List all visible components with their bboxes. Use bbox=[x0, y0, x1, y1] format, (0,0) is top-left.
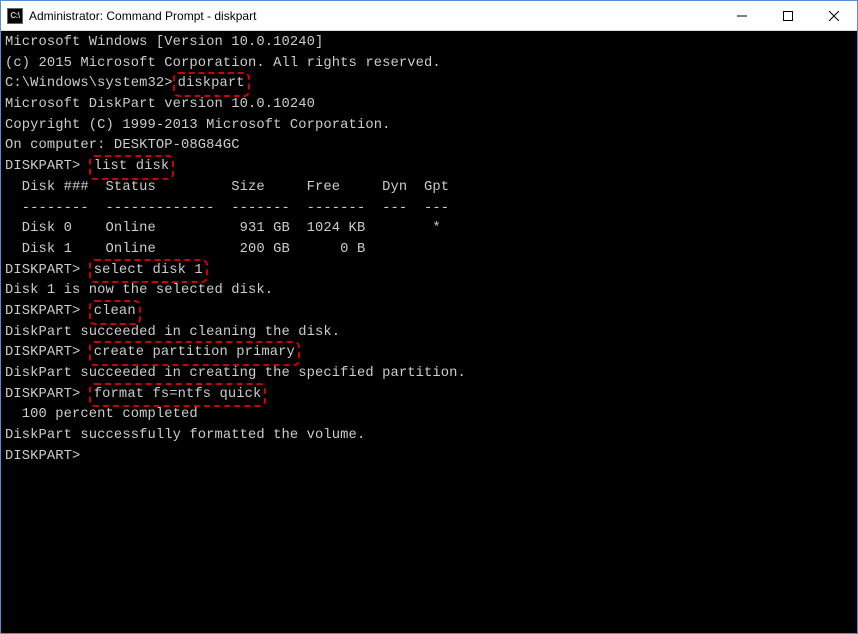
diskpart-prompt: DISKPART> bbox=[5, 263, 89, 278]
highlighted-command: create partition primary bbox=[89, 341, 300, 366]
output-line: Copyright (C) 1999-2013 Microsoft Corpor… bbox=[5, 116, 853, 137]
window-controls bbox=[719, 1, 857, 30]
prompt-line: DISKPART> list disk bbox=[5, 157, 853, 178]
output-line: DiskPart successfully formatted the volu… bbox=[5, 426, 853, 447]
diskpart-prompt: DISKPART> bbox=[5, 304, 89, 319]
output-line: Disk 1 is now the selected disk. bbox=[5, 281, 853, 302]
table-divider: -------- ------------- ------- ------- -… bbox=[5, 199, 853, 220]
cmd-icon: C:\ bbox=[7, 8, 23, 24]
prompt-line: DISKPART> create partition primary bbox=[5, 343, 853, 364]
diskpart-prompt: DISKPART> bbox=[5, 159, 89, 174]
output-line: DiskPart succeeded in creating the speci… bbox=[5, 364, 853, 385]
table-row: Disk 1 Online 200 GB 0 B bbox=[5, 240, 853, 261]
maximize-icon bbox=[783, 11, 793, 21]
terminal-output[interactable]: Microsoft Windows [Version 10.0.10240](c… bbox=[1, 31, 857, 633]
output-line: On computer: DESKTOP-08G84GC bbox=[5, 136, 853, 157]
highlighted-command: select disk 1 bbox=[89, 259, 208, 284]
highlighted-command: format fs=ntfs quick bbox=[89, 383, 267, 408]
diskpart-prompt: DISKPART> bbox=[5, 387, 89, 402]
output-line: Microsoft DiskPart version 10.0.10240 bbox=[5, 95, 853, 116]
output-line: (c) 2015 Microsoft Corporation. All righ… bbox=[5, 54, 853, 75]
output-line: 100 percent completed bbox=[5, 405, 853, 426]
output-line: Microsoft Windows [Version 10.0.10240] bbox=[5, 33, 853, 54]
command-prompt-window: C:\ Administrator: Command Prompt - disk… bbox=[0, 0, 858, 634]
maximize-button[interactable] bbox=[765, 1, 811, 30]
prompt-line: DISKPART> select disk 1 bbox=[5, 261, 853, 282]
prompt-prefix: C:\Windows\system32> bbox=[5, 76, 173, 91]
titlebar[interactable]: C:\ Administrator: Command Prompt - disk… bbox=[1, 1, 857, 31]
output-line: DiskPart succeeded in cleaning the disk. bbox=[5, 323, 853, 344]
diskpart-prompt: DISKPART> bbox=[5, 345, 89, 360]
prompt-line: DISKPART> bbox=[5, 447, 853, 468]
minimize-button[interactable] bbox=[719, 1, 765, 30]
highlighted-command: clean bbox=[89, 300, 141, 325]
highlighted-command: diskpart bbox=[173, 72, 250, 97]
prompt-line: C:\Windows\system32>diskpart bbox=[5, 74, 853, 95]
highlighted-command: list disk bbox=[89, 155, 174, 180]
table-header: Disk ### Status Size Free Dyn Gpt bbox=[5, 178, 853, 199]
close-button[interactable] bbox=[811, 1, 857, 30]
prompt-line: DISKPART> clean bbox=[5, 302, 853, 323]
table-row: Disk 0 Online 931 GB 1024 KB * bbox=[5, 219, 853, 240]
minimize-icon bbox=[737, 11, 747, 21]
window-title: Administrator: Command Prompt - diskpart bbox=[29, 9, 719, 23]
prompt-line: DISKPART> format fs=ntfs quick bbox=[5, 385, 853, 406]
close-icon bbox=[829, 11, 839, 21]
